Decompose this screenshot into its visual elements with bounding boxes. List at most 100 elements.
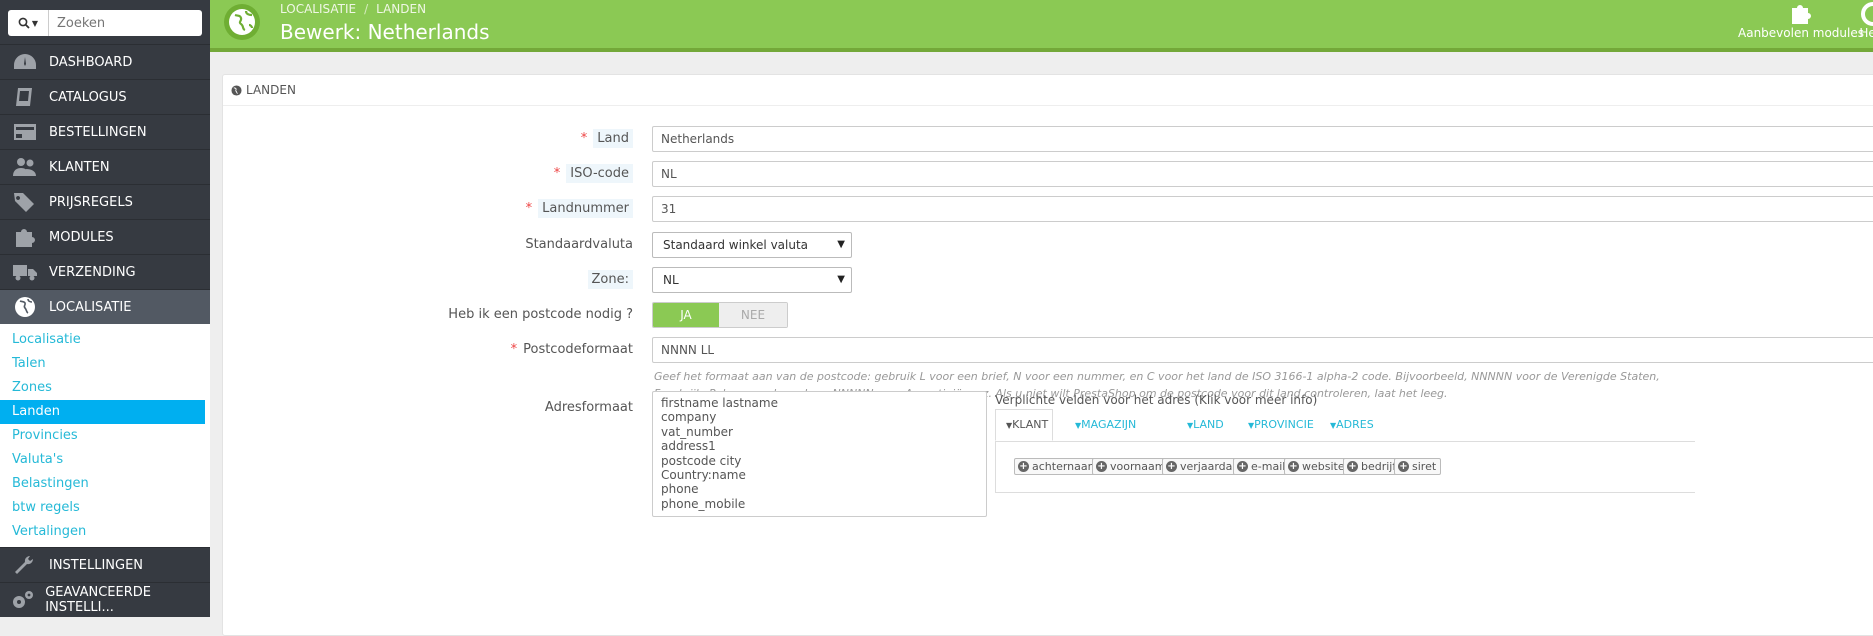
sidebar-subitem-valutas[interactable]: Valuta's [0,448,210,472]
required-asterisk: * [580,131,588,146]
address-line: phone [661,482,699,497]
sidebar-item-geavanceerde-instellingen[interactable]: GEAVANCEERDE INSTELLI... [0,582,210,617]
sidebar-subitem-landen[interactable]: Landen [0,400,205,424]
adresformaat-label: Adresformaat [544,400,633,415]
truck-icon [0,255,49,289]
sidebar-subitem-belastingen[interactable]: Belastingen [0,472,210,496]
puzzle-icon [1792,5,1811,24]
form-panel: LANDEN * Land Netherlands * ISO-code NL * L… [222,74,1873,636]
required-fields-tabs: ▼KLANT ▼MAGAZIJN ▼LAND ▼PROVINCIE ▼ADRES [995,409,1695,442]
tab-body-klant: + achternaam + voornaam + verjaardag + e-mai… [995,442,1695,493]
address-line: company [661,410,717,425]
sidebar-item-klanten[interactable]: KLANTEN [0,149,210,184]
wrench-icon [0,548,49,582]
address-line: postcode city [661,453,742,468]
globe-icon [0,290,49,324]
postcodeformaat-label: * Postcodeformaat [510,342,633,357]
tab-land[interactable]: ▼LAND [1177,409,1234,441]
postcode-nodig-label: Heb ik een postcode nodig ? [448,307,633,322]
landnummer-input[interactable]: 31 [652,196,1873,222]
land-label: * Land [581,126,633,152]
tab-adres[interactable]: ▼ADRES [1320,409,1384,441]
sidebar-subitem-zones[interactable]: Zones [0,376,210,400]
gears-icon [0,583,45,617]
field-chip-website[interactable]: + website [1284,458,1350,475]
sidebar-item-catalogus[interactable]: CATALOGUS [0,79,210,114]
required-asterisk: * [525,201,533,216]
iso-label: * ISO-code [554,161,633,187]
panel-heading: LANDEN [223,75,1873,106]
land-input[interactable]: Netherlands [652,126,1873,152]
sidebar-item-label: INSTELLINGEN [49,557,144,573]
valuta-selected-value: Standaard winkel valuta [663,238,809,252]
plus-circle-icon: + [1096,461,1107,472]
sidebar-item-localisatie[interactable]: LOCALISATIE [0,289,210,324]
zone-selected-value: NL [663,273,679,287]
sidebar-item-verzending[interactable]: VERZENDING [0,254,210,289]
required-asterisk: * [510,342,518,357]
sidebar-item-label: KLANTEN [49,159,110,175]
address-line: firstname lastname [661,396,778,410]
help-label: Help [1859,26,1873,40]
field-chip-voornaam[interactable]: + voornaam [1092,458,1171,475]
sidebar-item-label: LOCALISATIE [49,299,132,315]
required-fields-section: Verplichte velden voor het adres (Klik v… [995,391,1695,493]
sidebar-item-prijsregels[interactable]: PRIJSREGELS [0,184,210,219]
chevron-down-icon: ▼ [837,239,845,250]
sidebar-subitem-btw-regels[interactable]: btw regels [0,496,210,520]
field-chip-achternaam[interactable]: + achternaam [1014,458,1104,475]
search-dropdown-button[interactable]: ▼ [8,10,49,36]
sidebar-item-dashboard[interactable]: DASHBOARD [0,44,210,79]
required-fields-title: Verplichte velden voor het adres (Klik v… [995,393,1318,407]
adresformaat-textarea[interactable]: firstname lastname company vat_number ad… [652,391,987,517]
breadcrumb-separator: / [364,2,369,16]
help-button[interactable]: Help [1858,0,1873,48]
sidebar-subitem-vertalingen[interactable]: Vertalingen [0,520,210,544]
breadcrumb: LOCALISATIE / LANDEN [280,2,426,16]
tab-label: PROVINCIE [1254,418,1314,431]
iso-input[interactable]: NL [652,161,1873,187]
chevron-down-icon: ▼ [837,274,845,285]
breadcrumb-item-landen[interactable]: LANDEN [376,2,426,16]
sidebar-item-bestellingen[interactable]: BESTELLINGEN [0,114,210,149]
recommended-modules-button[interactable]: Aanbevolen modules [1726,0,1873,48]
sidebar-subitem-provincies[interactable]: Provincies [0,424,210,448]
sidebar-item-label: CATALOGUS [49,89,127,105]
switch-option-ja[interactable]: JA [653,303,719,327]
main-content: LANDEN * Land Netherlands * ISO-code NL * L… [210,52,1873,636]
sidebar-item-label: BESTELLINGEN [49,124,147,140]
field-chip-siret[interactable]: + siret [1394,458,1442,475]
page-header: LOCALISATIE / LANDEN Bewerk: Netherlands A… [210,0,1873,52]
breadcrumb-item-localisatie[interactable]: LOCALISATIE [280,2,356,16]
sidebar-item-label: GEAVANCEERDE INSTELLI... [45,585,151,615]
tab-magazijn[interactable]: ▼MAGAZIJN [1065,409,1146,441]
search-area: ▼ [0,0,210,44]
field-chip-e-mail[interactable]: + e-mail [1233,458,1291,475]
sidebar-subitem-talen[interactable]: Talen [0,352,210,376]
address-line: vat_number [661,424,733,439]
tab-klant[interactable]: ▼KLANT [995,409,1053,441]
switch-option-nee[interactable]: NEE [719,303,787,327]
search-icon [18,17,30,29]
valuta-select[interactable]: Standaard winkel valuta ▼ [652,232,852,258]
search-input[interactable] [49,14,202,32]
zone-select[interactable]: NL ▼ [652,267,852,293]
sidebar-item-instellingen[interactable]: INSTELLINGEN [0,547,210,582]
tab-provincie[interactable]: ▼PROVINCIE [1238,409,1324,441]
field-chip-bedrijf[interactable]: + bedrijf [1343,458,1402,475]
sidebar-item-label: VERZENDING [49,264,136,280]
postcodeformaat-input[interactable]: NNNN LL [652,337,1873,363]
book-icon [0,80,49,114]
users-icon [0,150,49,184]
plus-circle-icon: + [1398,461,1409,472]
sidebar-item-label: DASHBOARD [49,54,133,70]
panel-title: LANDEN [246,83,296,97]
tags-icon [0,185,49,219]
sidebar: ▼ DASHBOARD CATALOGUS BESTELLINGEN KLANT… [0,0,210,617]
dashboard-icon [0,45,49,79]
address-line: phone_mobile [661,496,746,511]
sidebar-item-modules[interactable]: MODULES [0,219,210,254]
landnummer-label: * Landnummer [526,196,633,222]
globe-icon [231,84,242,96]
sidebar-subitem-localisatie[interactable]: Localisatie [0,328,210,352]
